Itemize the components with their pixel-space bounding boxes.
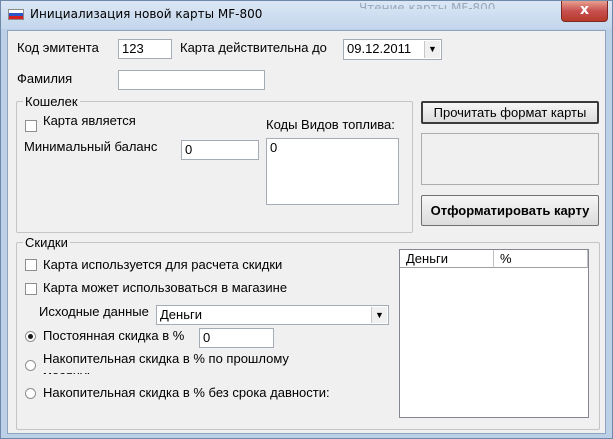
dialog-window: Инициализация новой карты MF-800 Чтение … [0, 0, 613, 439]
window-title: Инициализация новой карты MF-800 [30, 7, 263, 21]
used-in-store-label: Карта может использоваться в магазине [43, 280, 288, 295]
wallet-group: Кошелек Карта является кошельком Минимал… [16, 94, 413, 233]
dialog-body: Код эмитента 123 Карта действительна до … [7, 30, 606, 434]
card-valid-label: Карта действительна до [180, 40, 327, 55]
cumulative-nolimit-radio[interactable] [25, 388, 36, 399]
fuel-codes-textarea[interactable]: 0 [266, 138, 399, 205]
russia-flag-icon [8, 9, 24, 20]
format-info-panel [421, 133, 599, 185]
min-balance-label: Минимальный баланс [24, 139, 158, 154]
is-wallet-label: Карта является кошельком [43, 113, 136, 134]
issuer-code-input[interactable]: 123 [118, 39, 172, 59]
close-icon: x [579, 2, 590, 18]
constant-discount-radio[interactable] [25, 331, 36, 342]
close-button[interactable]: x [561, 1, 608, 22]
cumulative-nolimit-label: Накопительная скидка в % без срока давно… [43, 385, 330, 400]
chevron-down-icon[interactable]: ▼ [371, 307, 387, 323]
discounts-legend: Скидки [23, 235, 70, 250]
chevron-down-icon[interactable]: ▼ [424, 41, 440, 58]
used-for-discount-label: Карта используется для расчета скидки [43, 257, 283, 272]
issuer-code-label: Код эмитента [17, 40, 99, 55]
cumulative-prev-month-radio[interactable] [25, 360, 36, 371]
source-data-select[interactable]: Деньги ▼ [156, 305, 389, 325]
format-card-button[interactable]: Отформатировать карту [421, 195, 599, 226]
background-window-title: Чтение карты MF-800 [359, 1, 496, 9]
cumulative-prev-month-label: Накопительная скидка в % по прошлому мес… [43, 351, 289, 374]
surname-label: Фамилия [17, 71, 73, 86]
discount-table[interactable]: Деньги % [399, 249, 589, 418]
fuel-codes-label: Коды Видов топлива: [266, 117, 395, 132]
constant-discount-input[interactable]: 0 [199, 328, 274, 348]
discounts-group: Скидки Карта используется для расчета ск… [16, 235, 600, 430]
used-for-discount-checkbox[interactable] [25, 259, 37, 271]
source-data-label: Исходные данные [39, 304, 149, 319]
source-data-value: Деньги [160, 307, 202, 322]
wallet-legend: Кошелек [23, 94, 80, 109]
column-header-money[interactable]: Деньги [400, 250, 494, 268]
min-balance-input[interactable]: 0 [181, 140, 259, 160]
column-header-percent[interactable]: % [494, 250, 588, 268]
is-wallet-checkbox[interactable] [25, 120, 37, 132]
title-bar[interactable]: Инициализация новой карты MF-800 Чтение … [1, 1, 612, 29]
card-valid-date: 09.12.2011 [347, 41, 412, 56]
read-format-button[interactable]: Прочитать формат карты [421, 101, 599, 124]
used-in-store-checkbox[interactable] [25, 283, 37, 295]
radio-selected-dot [28, 334, 33, 339]
card-valid-date-picker[interactable]: 09.12.2011 ▼ [343, 39, 442, 60]
constant-discount-label: Постоянная скидка в % [43, 328, 185, 343]
surname-input[interactable] [118, 70, 265, 90]
